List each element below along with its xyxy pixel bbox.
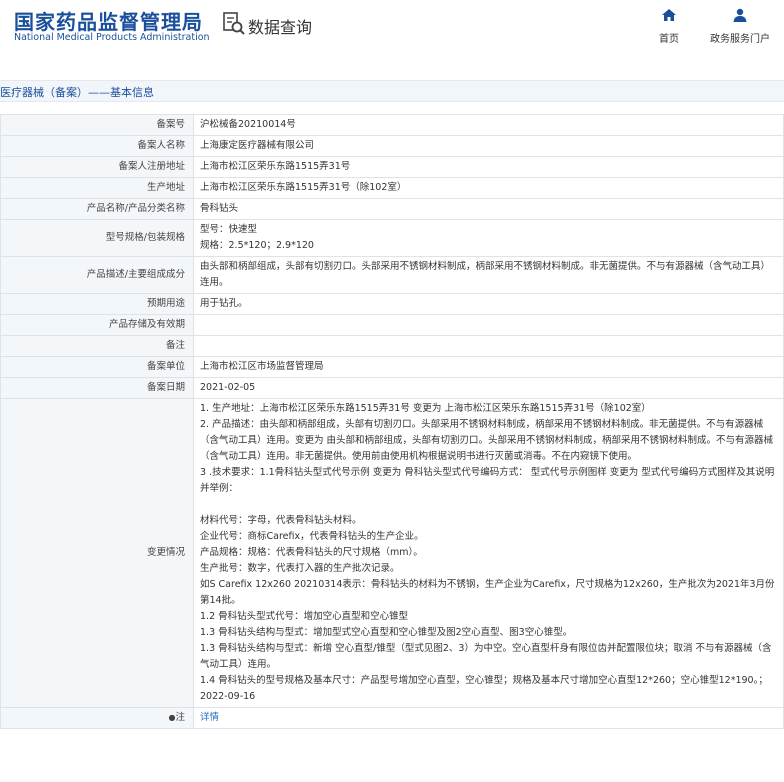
row-label: 备案人注册地址 xyxy=(0,156,194,178)
row-label: 备案人名称 xyxy=(0,135,194,157)
row-label: 变更情况 xyxy=(0,398,194,708)
row-label: 生产地址 xyxy=(0,177,194,199)
nav-services-label: 政务服务门户 xyxy=(710,34,770,45)
row-value: 上海市松江区荣乐东路1515弄31号 xyxy=(193,156,784,178)
user-icon xyxy=(733,8,747,22)
home-icon xyxy=(662,9,676,21)
row-value: 上海康定医疗器械有限公司 xyxy=(193,135,784,157)
table-row: 备案号 沪松械备20210014号 xyxy=(0,114,784,136)
table-row: 备案日期 2021-02-05 xyxy=(0,377,784,399)
table-row: 产品描述/主要组成成分 由头部和柄部组成，头部有切割刃口。头部采用不锈钢材料制成，… xyxy=(0,256,784,294)
nav-home-label: 首页 xyxy=(659,34,679,45)
nav-services-portal[interactable]: 政务服务门户 xyxy=(705,8,775,45)
row-value: 详情 xyxy=(193,707,784,729)
row-label: 备注 xyxy=(0,335,194,357)
table-row: 产品名称/产品分类名称 骨科钻头 xyxy=(0,198,784,220)
table-row: 备注 xyxy=(0,335,784,357)
site-logo-subtitle: National Medical Products Administration xyxy=(14,32,210,43)
row-label: 产品名称/产品分类名称 xyxy=(0,198,194,220)
table-row: 产品存储及有效期 xyxy=(0,314,784,336)
site-logo-title[interactable]: 国家药品监督管理局 xyxy=(14,6,203,35)
row-value: 由头部和柄部组成，头部有切割刃口。头部采用不锈钢材料制成，柄部采用不锈钢材料制成… xyxy=(193,256,784,294)
table-row: 备案单位 上海市松江区市场监督管理局 xyxy=(0,356,784,378)
details-link[interactable]: 详情 xyxy=(200,712,219,723)
row-label: ●注 xyxy=(0,707,194,729)
data-query-icon xyxy=(223,12,245,35)
row-value: 型号：快速型 规格：2.5*120；2.9*120 xyxy=(193,219,784,257)
row-value xyxy=(193,335,784,357)
data-query-title: 数据查询 xyxy=(248,18,313,37)
row-label: 备案单位 xyxy=(0,356,194,378)
row-label: 备案日期 xyxy=(0,377,194,399)
note-label: 注 xyxy=(175,712,185,723)
row-label: 产品存储及有效期 xyxy=(0,314,194,336)
row-value: 用于钻孔。 xyxy=(193,293,784,315)
table-row: 变更情况 1. 生产地址：上海市松江区荣乐东路1515弄31号 变更为 上海市松江… xyxy=(0,398,784,708)
nav-home[interactable]: 首页 xyxy=(652,8,686,45)
table-row: 生产地址 上海市松江区荣乐东路1515弄31号（除102室） xyxy=(0,177,784,199)
row-label: 型号规格/包装规格 xyxy=(0,219,194,257)
table-row: 型号规格/包装规格 型号：快速型 规格：2.5*120；2.9*120 xyxy=(0,219,784,257)
site-header: 国家药品监督管理局 National Medical Products Admi… xyxy=(0,0,784,70)
row-label: 产品描述/主要组成成分 xyxy=(0,256,194,294)
table-row: ●注 详情 xyxy=(0,707,784,729)
breadcrumb-bar: 医疗器械（备案）——基本信息 xyxy=(0,80,784,102)
row-value xyxy=(193,314,784,336)
breadcrumb: 医疗器械（备案）——基本信息 xyxy=(0,86,154,99)
row-label: 备案号 xyxy=(0,114,194,136)
row-value: 上海市松江区市场监督管理局 xyxy=(193,356,784,378)
table-row: 备案人注册地址 上海市松江区荣乐东路1515弄31号 xyxy=(0,156,784,178)
row-value: 2021-02-05 xyxy=(193,377,784,399)
table-row: 预期用途 用于钻孔。 xyxy=(0,293,784,315)
row-label: 预期用途 xyxy=(0,293,194,315)
row-value: 骨科钻头 xyxy=(193,198,784,220)
row-value: 1. 生产地址：上海市松江区荣乐东路1515弄31号 变更为 上海市松江区荣乐东… xyxy=(193,398,784,708)
table-row: 备案人名称 上海康定医疗器械有限公司 xyxy=(0,135,784,157)
detail-table: 备案号 沪松械备20210014号 备案人名称 上海康定医疗器械有限公司 备案人注册地址… xyxy=(0,114,784,729)
row-value: 上海市松江区荣乐东路1515弄31号（除102室） xyxy=(193,177,784,199)
row-value: 沪松械备20210014号 xyxy=(193,114,784,136)
